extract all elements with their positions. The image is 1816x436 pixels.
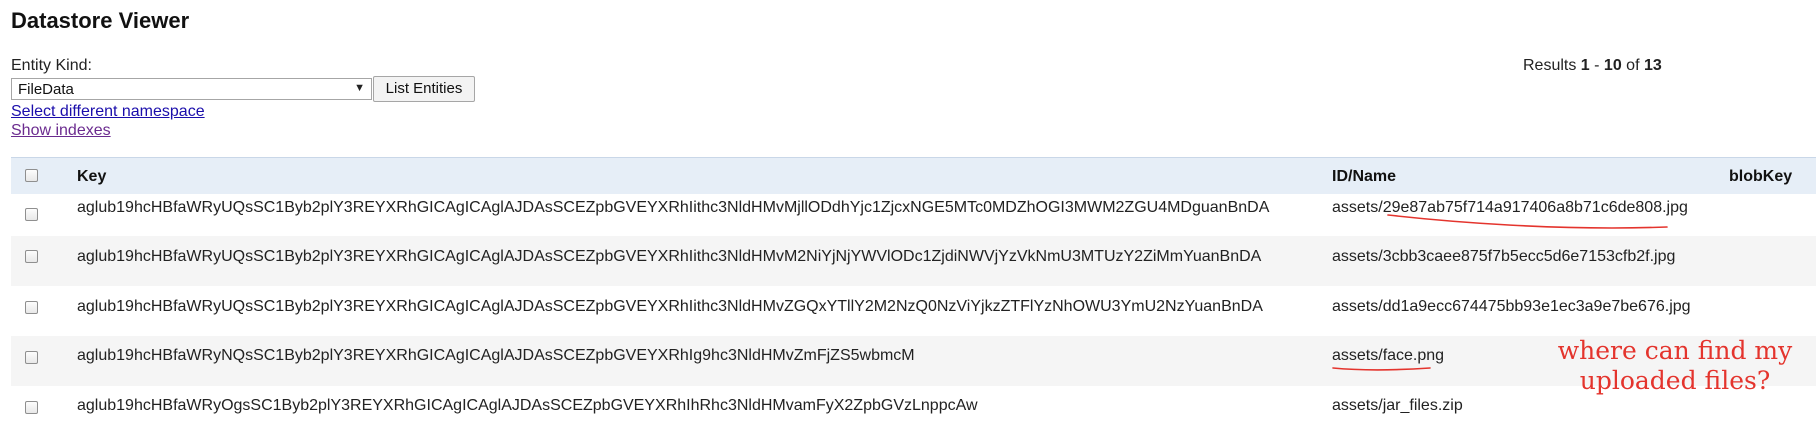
entity-kind-label: Entity Kind: <box>11 57 92 74</box>
row-checkbox[interactable] <box>25 208 38 221</box>
select-all-checkbox[interactable] <box>25 169 38 182</box>
row-id-name: assets/3cbb3caee875f7b5ecc5d6e7153cfb2f.… <box>1332 248 1676 265</box>
row-id-name: assets/jar_files.zip <box>1332 397 1463 414</box>
row-id-name: assets/29e87ab75f714a917406a8b71c6de808.… <box>1332 199 1688 216</box>
results-of: of <box>1621 57 1644 74</box>
column-header-key[interactable]: Key <box>77 168 106 186</box>
results-prefix: Results <box>1523 57 1581 74</box>
row-key[interactable]: aglub19hcHBfaWRyUQsSC1Byb2plY3REYXRhGICA… <box>77 298 1263 316</box>
table-row: aglub19hcHBfaWRyUQsSC1Byb2plY3REYXRhGICA… <box>11 286 1816 336</box>
row-id-name: assets/face.png <box>1332 347 1445 364</box>
entity-kind-select[interactable]: FileData ▼ <box>11 78 372 100</box>
row-id-name: assets/dd1a9ecc674475bb93e1ec3a9e7be676.… <box>1332 298 1691 315</box>
results-end: 10 <box>1603 57 1622 74</box>
row-key[interactable]: aglub19hcHBfaWRyUQsSC1Byb2plY3REYXRhGICA… <box>77 199 1269 217</box>
row-key[interactable]: aglub19hcHBfaWRyNQsSC1Byb2plY3REYXRhGICA… <box>77 347 915 365</box>
row-key[interactable]: aglub19hcHBfaWRyUQsSC1Byb2plY3REYXRhGICA… <box>77 248 1261 266</box>
select-namespace-link[interactable]: Select different namespace <box>11 103 205 121</box>
page-title: Datastore Viewer <box>11 8 190 33</box>
handwritten-annotation: where can find my uploaded files? <box>1540 336 1810 396</box>
row-checkbox[interactable] <box>25 401 38 414</box>
results-sep: - <box>1589 57 1604 74</box>
list-entities-button[interactable]: List Entities <box>373 76 475 102</box>
table-header: Key ID/Name blobKey <box>11 157 1816 194</box>
results-summary: Results 1 - 10 of 13 <box>1523 57 1662 75</box>
datastore-viewer-page: Datastore Viewer Entity Kind: FileData ▼… <box>0 0 1816 436</box>
row-checkbox[interactable] <box>25 301 38 314</box>
column-header-blob-key[interactable]: blobKey <box>1729 168 1792 186</box>
row-checkbox[interactable] <box>25 351 38 364</box>
show-indexes-link[interactable]: Show indexes <box>11 122 111 140</box>
dropdown-arrow-icon: ▼ <box>354 82 365 94</box>
results-start: 1 <box>1580 57 1590 74</box>
row-key[interactable]: aglub19hcHBfaWRyOgsSC1Byb2plY3REYXRhGICA… <box>77 397 978 415</box>
annotation-line-2: uploaded files? <box>1579 366 1771 395</box>
table-row: aglub19hcHBfaWRyUQsSC1Byb2plY3REYXRhGICA… <box>11 236 1816 286</box>
entity-kind-selected-value: FileData <box>18 81 74 98</box>
column-header-id-name[interactable]: ID/Name <box>1332 168 1396 186</box>
annotation-line-1: where can find my <box>1557 336 1793 365</box>
results-total: 13 <box>1643 57 1662 74</box>
row-checkbox[interactable] <box>25 250 38 263</box>
